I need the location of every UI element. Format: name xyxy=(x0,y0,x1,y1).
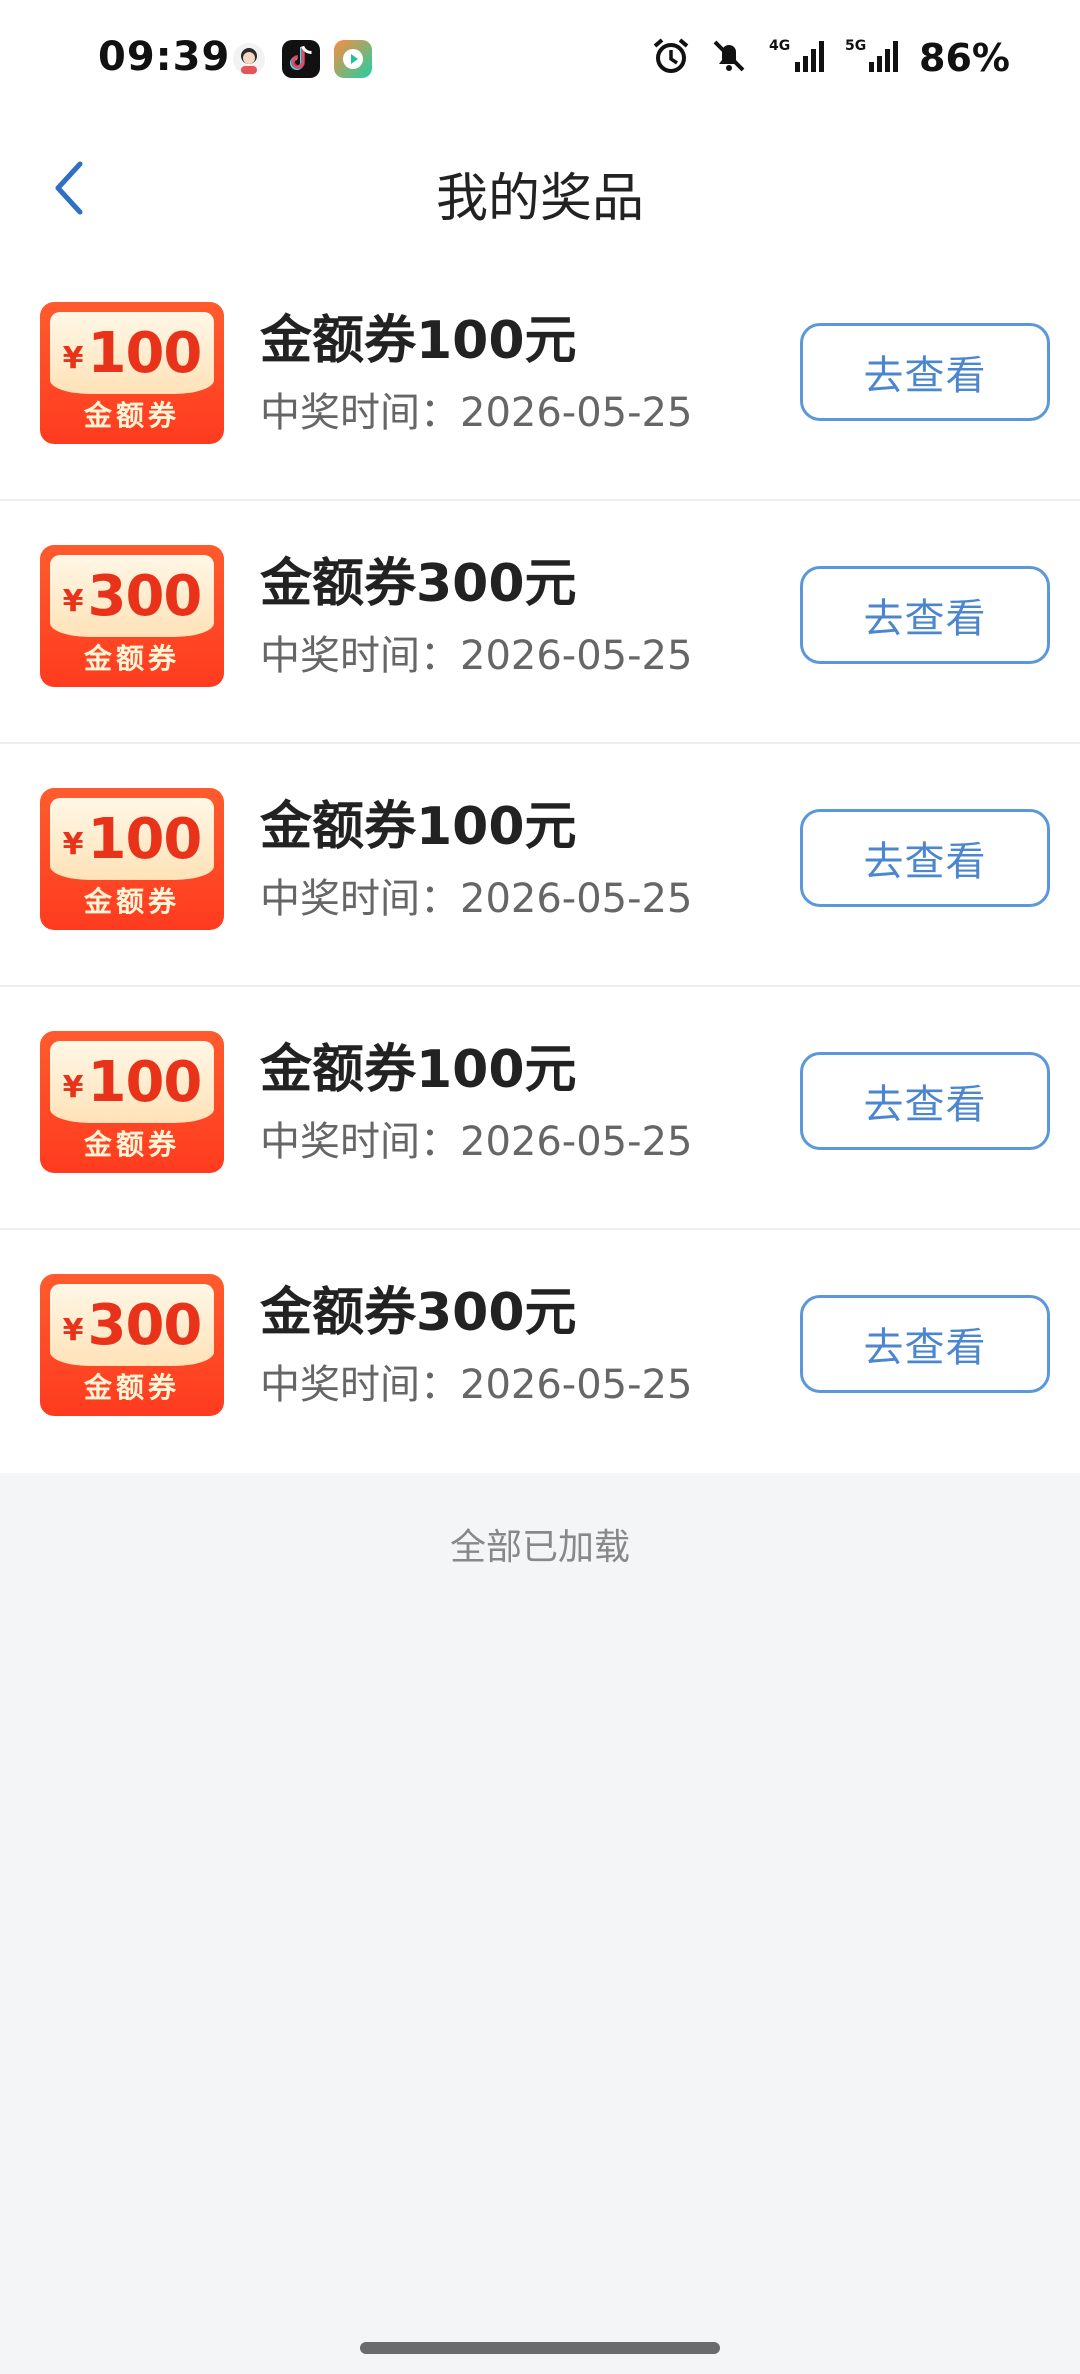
prize-time: 中奖时间：2026-05-25 xyxy=(260,390,693,436)
coupon-amount-area: ¥ 300 xyxy=(50,555,214,637)
prize-name: 金额券300元 xyxy=(260,1283,577,1343)
coupon-currency: ¥ xyxy=(62,1312,84,1348)
tiktok-icon xyxy=(282,40,320,78)
view-prize-button[interactable]: 去查看 xyxy=(800,566,1050,664)
coupon-label: 金额券 xyxy=(83,399,180,432)
coupon-currency: ¥ xyxy=(62,583,84,619)
status-right-icons: 4G 5G 86% xyxy=(651,36,1010,80)
prize-time: 中奖时间：2026-05-25 xyxy=(260,1119,693,1165)
battery-level: 86% xyxy=(919,36,1010,80)
coupon-currency: ¥ xyxy=(62,1069,84,1105)
coupon-badge: ¥ 300 金额券 xyxy=(40,545,224,687)
prize-time: 中奖时间：2026-05-25 xyxy=(260,1362,693,1408)
coupon-amount: 100 xyxy=(87,320,202,386)
view-prize-button[interactable]: 去查看 xyxy=(800,1295,1050,1393)
status-bar: 09:39 4G 5G 86% xyxy=(0,0,1080,118)
view-prize-button[interactable]: 去查看 xyxy=(800,1052,1050,1150)
prize-time: 中奖时间：2026-05-25 xyxy=(260,633,693,679)
prize-item: ¥ 100 金额券 金额券100元 中奖时间：2026-05-25 去查看 xyxy=(0,744,1080,987)
coupon-amount-area: ¥ 100 xyxy=(50,1041,214,1123)
coupon-amount: 100 xyxy=(87,1049,202,1115)
avatar-app-icon xyxy=(230,40,268,78)
all-loaded-text: 全部已加载 xyxy=(449,1527,630,1568)
prize-item: ¥ 100 金额券 金额券100元 中奖时间：2026-05-25 去查看 xyxy=(0,258,1080,501)
status-app-icons xyxy=(230,40,372,78)
signal-4g-icon: 4G xyxy=(767,36,827,80)
coupon-amount-area: ¥ 100 xyxy=(50,312,214,394)
coupon-amount: 100 xyxy=(87,806,202,872)
coupon-amount-area: ¥ 100 xyxy=(50,798,214,880)
coupon-currency: ¥ xyxy=(62,340,84,376)
coupon-label: 金额券 xyxy=(83,1371,180,1404)
coupon-label: 金额券 xyxy=(83,885,180,918)
status-time: 09:39 xyxy=(98,34,231,80)
mute-bell-icon xyxy=(709,36,749,80)
coupon-amount-area: ¥ 300 xyxy=(50,1284,214,1366)
coupon-badge: ¥ 100 金额券 xyxy=(40,302,224,444)
coupon-badge: ¥ 100 金额券 xyxy=(40,1031,224,1173)
coupon-badge: ¥ 100 金额券 xyxy=(40,788,224,930)
prize-name: 金额券100元 xyxy=(260,797,577,857)
alarm-icon xyxy=(651,36,691,80)
view-prize-button[interactable]: 去查看 xyxy=(800,809,1050,907)
coupon-badge: ¥ 300 金额券 xyxy=(40,1274,224,1416)
video-app-icon xyxy=(334,40,372,78)
coupon-amount: 300 xyxy=(87,563,202,629)
signal-5g-icon: 5G xyxy=(845,36,901,80)
coupon-label: 金额券 xyxy=(83,1128,180,1161)
prize-item: ¥ 100 金额券 金额券100元 中奖时间：2026-05-25 去查看 xyxy=(0,987,1080,1230)
prize-item: ¥ 300 金额券 金额券300元 中奖时间：2026-05-25 去查看 xyxy=(0,501,1080,744)
app-root: 09:39 4G 5G 86% 我的奖品 ¥ 100 金额券 金额券100元 中… xyxy=(0,0,1080,2374)
prize-item: ¥ 300 金额券 金额券300元 中奖时间：2026-05-25 去查看 xyxy=(0,1230,1080,1473)
prize-list: ¥ 100 金额券 金额券100元 中奖时间：2026-05-25 去查看 ¥ … xyxy=(0,258,1080,1473)
svg-text:5G: 5G xyxy=(845,38,866,54)
prize-name: 金额券300元 xyxy=(260,554,577,614)
coupon-currency: ¥ xyxy=(62,826,84,862)
coupon-label: 金额券 xyxy=(83,642,180,675)
coupon-amount: 300 xyxy=(87,1292,202,1358)
page-header: 我的奖品 xyxy=(0,118,1080,258)
view-prize-button[interactable]: 去查看 xyxy=(800,323,1050,421)
prize-name: 金额券100元 xyxy=(260,311,577,371)
page-title: 我的奖品 xyxy=(435,169,644,229)
prize-time: 中奖时间：2026-05-25 xyxy=(260,876,693,922)
home-indicator[interactable] xyxy=(360,2342,720,2354)
svg-text:4G: 4G xyxy=(769,38,790,54)
prize-name: 金额券100元 xyxy=(260,1040,577,1100)
